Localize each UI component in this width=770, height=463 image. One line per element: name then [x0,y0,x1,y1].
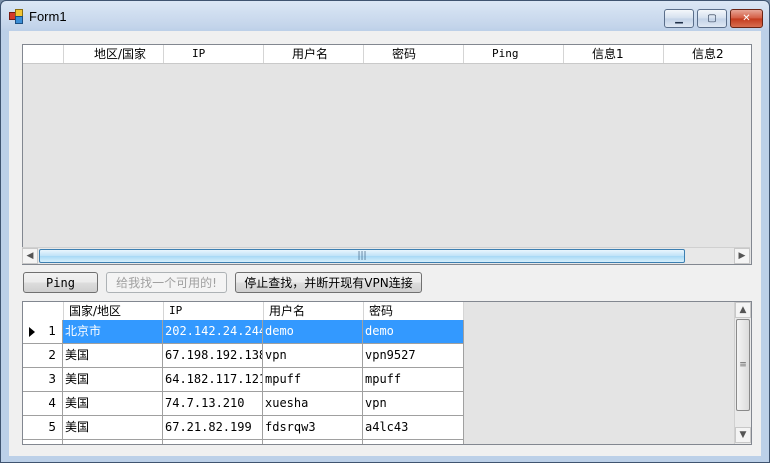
ping-button[interactable]: Ping [23,272,98,293]
column-header-region[interactable]: 地区/国家 [64,45,164,63]
grip-icon: ||| [357,251,367,261]
cell-ip[interactable]: 67.198.192.138 [163,344,263,367]
vpn-list-header: 国家/地区 IP 用户名 密码 [23,302,464,321]
close-icon: ✕ [742,13,751,24]
client-area: 地区/国家 IP 用户名 密码 Ping 信息1 信息2 ◀ ||| ▶ Pin… [9,31,761,456]
cell-country[interactable]: 美国 [63,368,163,391]
column-header-ping[interactable]: Ping [464,45,564,63]
table-row[interactable]: 3 美国 64.182.117.121 mpuff mpuff [23,368,464,392]
horizontal-scrollbar[interactable]: ◀ ||| ▶ [22,247,750,264]
cell-username[interactable]: fdsrqw3 [263,416,363,439]
cell-password[interactable]: vpn9527 [363,344,464,367]
row-header[interactable] [23,440,63,444]
column-header-info1[interactable]: 信息1 [564,45,664,63]
scroll-right-button[interactable]: ▶ [734,248,750,264]
cell-username[interactable]: xuesha [263,392,363,415]
table-row[interactable]: 1 北京市 202.142.24.244 demo demo [23,320,464,344]
vertical-scroll-thumb[interactable]: ≡ [736,319,750,411]
table-row[interactable]: 美国 [23,440,464,444]
column-header-username[interactable]: 用户名 [264,45,364,63]
column-header-ip[interactable]: IP [164,45,264,63]
cell-ip[interactable]: 64.182.117.121 [163,368,263,391]
column-header-password[interactable]: 密码 [364,45,464,63]
minimize-icon: ▁ [675,13,683,24]
window-title: Form1 [29,9,67,24]
row-header[interactable]: 3 [23,368,63,391]
column-header-password[interactable]: 密码 [364,302,464,320]
column-header-country[interactable]: 国家/地区 [64,302,164,320]
vertical-scrollbar[interactable]: ▲ ≡ ▼ [734,302,751,444]
title-bar[interactable]: Form1 ▁ ▢ ✕ [1,1,769,31]
row-header-corner [23,45,64,63]
close-button[interactable]: ✕ [730,9,763,28]
cell-username[interactable] [263,440,363,444]
row-header-corner [23,302,64,320]
cell-username[interactable]: vpn [263,344,363,367]
grip-icon: ≡ [739,360,747,370]
scroll-down-icon: ▼ [739,430,747,440]
row-header[interactable]: 5 [23,416,63,439]
table-row[interactable]: 2 美国 67.198.192.138 vpn vpn9527 [23,344,464,368]
column-header-username[interactable]: 用户名 [264,302,364,320]
maximize-icon: ▢ [707,13,717,24]
scroll-left-button[interactable]: ◀ [22,248,38,264]
cell-username[interactable]: demo [263,320,363,343]
server-grid[interactable]: 地区/国家 IP 用户名 密码 Ping 信息1 信息2 [22,44,752,265]
scroll-up-icon: ▲ [739,305,747,315]
column-header-info2[interactable]: 信息2 [664,45,751,63]
cell-country[interactable]: 美国 [63,416,163,439]
stop-disconnect-button[interactable]: 停止查找，并断开现有VPN连接 [235,272,422,293]
cell-country[interactable]: 美国 [63,440,163,444]
server-grid-header: 地区/国家 IP 用户名 密码 Ping 信息1 信息2 [23,45,751,64]
main-window: Form1 ▁ ▢ ✕ 地区/国家 IP 用户名 密码 Ping 信息1 信息2… [0,0,770,463]
cell-country[interactable]: 北京市 [63,320,163,343]
row-header[interactable]: 1 [23,320,63,343]
find-available-button[interactable]: 给我找一个可用的! [106,272,227,293]
app-icon[interactable] [9,9,23,24]
scroll-left-icon: ◀ [26,251,34,261]
scroll-right-icon: ▶ [738,251,746,261]
cell-password[interactable]: demo [363,320,464,343]
cell-ip[interactable]: 202.142.24.244 [163,320,263,343]
cell-ip[interactable]: 74.7.13.210 [163,392,263,415]
minimize-button[interactable]: ▁ [664,9,694,28]
table-row[interactable]: 4 美国 74.7.13.210 xuesha vpn [23,392,464,416]
maximize-button[interactable]: ▢ [697,9,727,28]
cell-password[interactable]: mpuff [363,368,464,391]
cell-username[interactable]: mpuff [263,368,363,391]
row-header[interactable]: 4 [23,392,63,415]
horizontal-scroll-thumb[interactable]: ||| [39,249,685,263]
cell-password[interactable]: a4lc43 [363,416,464,439]
scroll-down-button[interactable]: ▼ [735,427,751,443]
cell-ip[interactable]: 67.21.82.199 [163,416,263,439]
row-header[interactable]: 2 [23,344,63,367]
cell-password[interactable] [363,440,464,444]
cell-country[interactable]: 美国 [63,344,163,367]
table-row[interactable]: 5 美国 67.21.82.199 fdsrqw3 a4lc43 [23,416,464,440]
cell-ip[interactable] [163,440,263,444]
scroll-up-button[interactable]: ▲ [735,302,751,318]
current-row-arrow-icon [29,327,35,337]
vpn-list-grid[interactable]: 国家/地区 IP 用户名 密码 1 北京市 202.142.24.244 dem… [22,301,752,445]
column-header-ip[interactable]: IP [164,302,264,320]
cell-password[interactable]: vpn [363,392,464,415]
cell-country[interactable]: 美国 [63,392,163,415]
